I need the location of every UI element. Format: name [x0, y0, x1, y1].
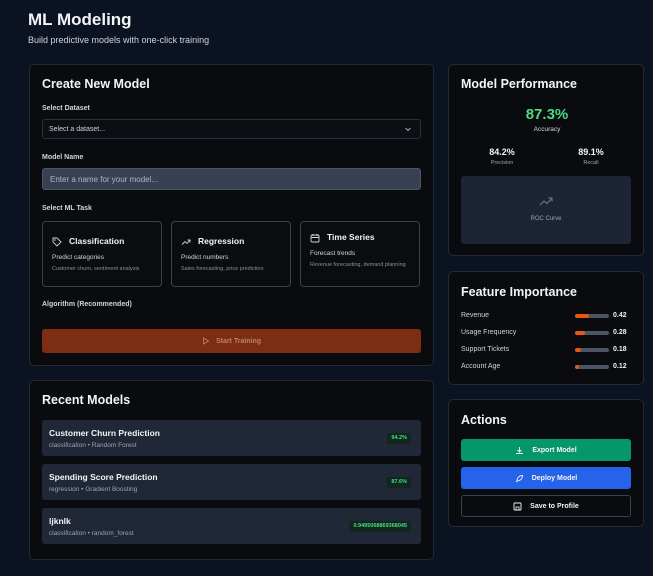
- task-card-classification[interactable]: Classification Predict categories Custom…: [42, 221, 162, 287]
- accuracy-value: 87.3%: [525, 106, 569, 123]
- precision-value: 84.2%: [489, 147, 515, 157]
- recall-label: Recall: [583, 160, 599, 166]
- page-title: ML Modeling: [28, 10, 132, 29]
- feature-bar: [575, 348, 609, 352]
- feature-importance-title: Feature Importance: [461, 285, 578, 299]
- feature-row: Usage Frequency 0.28: [461, 328, 636, 338]
- task-card-regression[interactable]: Regression Predict numbers Sales forecas…: [171, 221, 291, 287]
- model-name: Customer Churn Prediction: [49, 428, 160, 438]
- save-icon: [513, 502, 522, 510]
- chevron-down-icon: [405, 127, 411, 132]
- model-performance-card: Model Performance 87.3% Accuracy 84.2% P…: [448, 64, 644, 256]
- task-examples: Revenue forecasting, demand planning: [310, 262, 406, 268]
- actions-title: Actions: [461, 413, 507, 427]
- feature-row: Account Age 0.12: [461, 362, 636, 372]
- page-subtitle: Build predictive models with one-click t…: [28, 35, 210, 45]
- model-performance-title: Model Performance: [461, 77, 578, 91]
- model-meta: classification • Random Forest: [49, 442, 137, 449]
- roc-curve-label: ROC Curve: [530, 216, 562, 222]
- rocket-icon: [515, 474, 523, 482]
- model-name: ljknlk: [49, 516, 71, 526]
- calendar-icon: [310, 234, 320, 243]
- trending-up-icon: [539, 197, 553, 206]
- feature-bar: [575, 331, 609, 335]
- start-training-button[interactable]: Start Training: [42, 329, 421, 353]
- create-model-card: Create New Model Select Dataset Select a…: [29, 64, 434, 366]
- task-title: Classification: [69, 236, 125, 246]
- dataset-select[interactable]: Select a dataset...: [42, 119, 421, 139]
- play-icon: [202, 337, 210, 345]
- roc-curve-panel: ROC Curve: [461, 176, 631, 244]
- recent-models-title: Recent Models: [42, 393, 131, 407]
- model-score-badge: 0.9495068869368045: [349, 521, 411, 532]
- save-to-profile-button[interactable]: Save to Profile: [461, 495, 631, 517]
- recent-model-item[interactable]: ljknlk classification • random_forest 0.…: [42, 508, 421, 544]
- feature-value: 0.12: [613, 363, 627, 370]
- precision-label: Precision: [490, 160, 514, 166]
- model-name-input[interactable]: [42, 168, 421, 190]
- feature-name: Revenue: [461, 312, 490, 319]
- model-meta: regression • Gradient Boosting: [49, 486, 138, 493]
- tag-icon: [52, 237, 62, 247]
- save-to-profile-label: Save to Profile: [530, 502, 579, 510]
- feature-name: Account Age: [461, 363, 501, 370]
- algorithm-label: Algorithm (Recommended): [42, 301, 132, 308]
- feature-bar: [575, 365, 609, 369]
- deploy-model-button[interactable]: Deploy Model: [461, 467, 631, 489]
- export-model-label: Export Model: [532, 446, 577, 454]
- model-name: Spending Score Prediction: [49, 472, 158, 482]
- task-examples: Sales forecasting, price prediction: [181, 266, 264, 272]
- task-title: Regression: [198, 236, 245, 246]
- recent-model-item[interactable]: Spending Score Prediction regression • G…: [42, 464, 421, 500]
- feature-bar: [575, 314, 609, 318]
- download-icon: [516, 446, 524, 454]
- feature-value: 0.42: [613, 312, 627, 319]
- feature-row: Support Tickets 0.18: [461, 345, 636, 355]
- feature-row: Revenue 0.42: [461, 311, 636, 321]
- feature-value: 0.28: [613, 329, 627, 336]
- task-card-time-series[interactable]: Time Series Forecast trends Revenue fore…: [300, 221, 420, 287]
- recent-model-item[interactable]: Customer Churn Prediction classification…: [42, 420, 421, 456]
- feature-name: Usage Frequency: [461, 329, 517, 336]
- task-description: Predict numbers: [181, 254, 229, 261]
- task-examples: Customer churn, sentiment analysis: [52, 266, 140, 272]
- model-score-badge: 94.2%: [387, 433, 411, 444]
- ml-task-label: Select ML Task: [42, 205, 92, 212]
- model-meta: classification • random_forest: [49, 530, 134, 537]
- task-description: Forecast trends: [310, 250, 356, 257]
- model-name-label: Model Name: [42, 154, 84, 161]
- deploy-model-label: Deploy Model: [531, 474, 578, 482]
- create-model-title: Create New Model: [42, 77, 150, 91]
- recall-value: 89.1%: [578, 147, 604, 157]
- dataset-select-value: Select a dataset...: [49, 126, 106, 133]
- actions-card: Actions Export Model Deploy Model Save t…: [448, 399, 644, 527]
- recent-models-card: Recent Models Customer Churn Prediction …: [29, 380, 434, 560]
- feature-value: 0.18: [613, 346, 627, 353]
- accuracy-label: Accuracy: [533, 126, 561, 133]
- task-title: Time Series: [327, 232, 375, 242]
- task-description: Predict categories: [52, 254, 105, 261]
- export-model-button[interactable]: Export Model: [461, 439, 631, 461]
- model-score-badge: 87.6%: [387, 477, 411, 488]
- start-training-label: Start Training: [215, 337, 262, 345]
- dataset-label: Select Dataset: [42, 105, 90, 112]
- feature-importance-card: Feature Importance Revenue 0.42 Usage Fr…: [448, 271, 644, 385]
- trending-up-icon: [181, 239, 191, 245]
- feature-name: Support Tickets: [461, 346, 510, 353]
